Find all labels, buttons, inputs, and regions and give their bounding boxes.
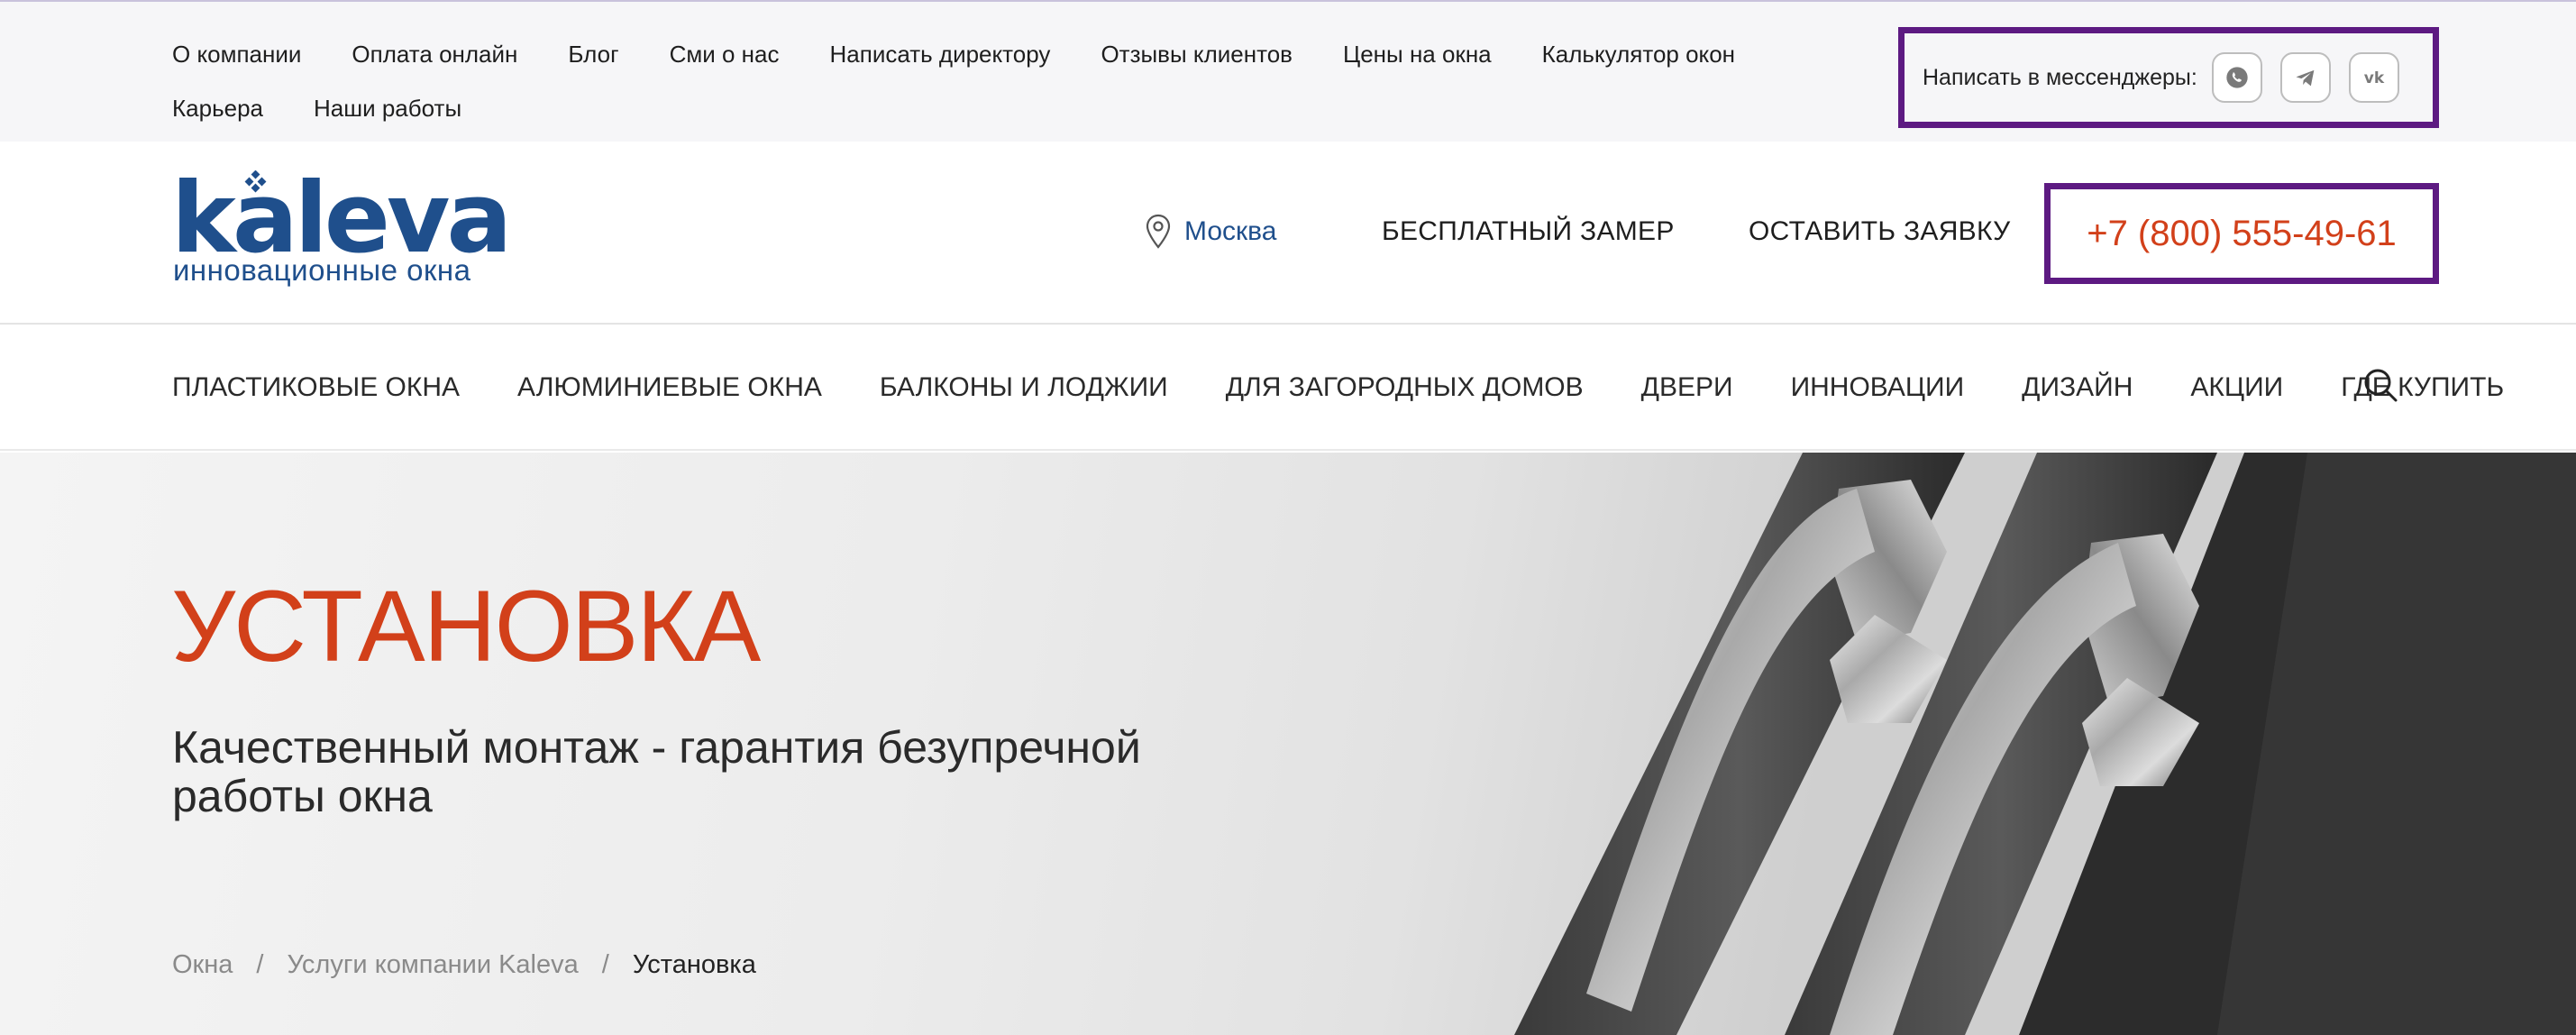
top-link-our-works[interactable]: Наши работы xyxy=(314,81,461,135)
top-link-career[interactable]: Карьера xyxy=(172,81,263,135)
messengers-label: Написать в мессенджеры: xyxy=(1923,64,2197,90)
breadcrumb-separator: / xyxy=(601,950,609,979)
main-nav-items: ПЛАСТИКОВЫЕ ОКНА АЛЮМИНИЕВЫЕ ОКНА БАЛКОН… xyxy=(172,370,2562,406)
top-link-blog[interactable]: Блог xyxy=(568,27,618,81)
search-icon[interactable] xyxy=(2361,366,2399,404)
free-measure-link[interactable]: БЕСПЛАТНЫЙ ЗАМЕР xyxy=(1382,216,1675,247)
location-pin-icon xyxy=(1146,214,1171,249)
nav-innovations[interactable]: ИННОВАЦИИ xyxy=(1791,370,1965,406)
top-link-reviews[interactable]: Отзывы клиентов xyxy=(1101,27,1293,81)
breadcrumb: Окна / Услуги компании Kaleva / Установк… xyxy=(172,950,756,980)
svg-text:vk: vk xyxy=(2364,69,2385,87)
logo-diamond-icon xyxy=(244,170,267,193)
vk-icon[interactable]: vk xyxy=(2348,52,2399,103)
main-nav: ПЛАСТИКОВЫЕ ОКНА АЛЮМИНИЕВЫЕ ОКНА БАЛКОН… xyxy=(0,325,2576,451)
top-link-calculator[interactable]: Калькулятор окон xyxy=(1542,27,1735,81)
nav-balconies[interactable]: БАЛКОНЫ И ЛОДЖИИ xyxy=(880,370,1168,406)
page-subtitle: Качественный монтаж - гарантия безупречн… xyxy=(172,722,1141,821)
kaleva-logo[interactable]: kaleva инновационные окна xyxy=(171,170,512,288)
messengers-box: Написать в мессенджеры: vk xyxy=(1898,27,2439,128)
top-link-about[interactable]: О компании xyxy=(172,27,301,81)
header: kaleva инновационные окна Москва БЕСПЛАТ… xyxy=(0,142,2576,325)
city-name: Москва xyxy=(1184,216,1277,246)
nav-plastic-windows[interactable]: ПЛАСТИКОВЫЕ ОКНА xyxy=(172,370,460,406)
breadcrumb-services[interactable]: Услуги компании Kaleva xyxy=(287,950,578,980)
nav-country-houses[interactable]: ДЛЯ ЗАГОРОДНЫХ ДОМОВ xyxy=(1226,370,1584,406)
nav-aluminium-windows[interactable]: АЛЮМИНИЕВЫЕ ОКНА xyxy=(517,370,822,406)
top-links: О компании Оплата онлайн Блог Сми о нас … xyxy=(172,27,1867,135)
leave-request-link[interactable]: ОСТАВИТЬ ЗАЯВКУ xyxy=(1749,216,2010,247)
page-title: УСТАНОВКА xyxy=(171,570,761,682)
hero-banner: УСТАНОВКА Качественный монтаж - гарантия… xyxy=(0,453,2576,1035)
breadcrumb-current: Установка xyxy=(632,950,756,979)
phone-link[interactable]: +7 (800) 555-49-61 xyxy=(2044,183,2439,284)
telegram-icon[interactable] xyxy=(2279,52,2331,103)
nav-promotions[interactable]: АКЦИИ xyxy=(2190,370,2283,406)
whatsapp-icon[interactable] xyxy=(2211,52,2262,103)
top-link-media[interactable]: Сми о нас xyxy=(670,27,780,81)
page: О компании Оплата онлайн Блог Сми о нас … xyxy=(0,0,2576,1035)
city-selector[interactable]: Москва xyxy=(1145,214,1276,250)
window-handles-image xyxy=(1514,453,2576,1035)
top-link-pay-online[interactable]: Оплата онлайн xyxy=(352,27,517,81)
breadcrumb-windows[interactable]: Окна xyxy=(172,950,233,980)
breadcrumb-separator: / xyxy=(256,950,264,979)
nav-doors[interactable]: ДВЕРИ xyxy=(1641,370,1733,406)
top-link-prices[interactable]: Цены на окна xyxy=(1343,27,1492,81)
logo-tagline: инновационные окна xyxy=(173,253,471,287)
top-bar: О компании Оплата онлайн Блог Сми о нас … xyxy=(0,0,2576,142)
top-link-write-director[interactable]: Написать директору xyxy=(830,27,1051,81)
nav-design[interactable]: ДИЗАЙН xyxy=(2022,370,2133,406)
